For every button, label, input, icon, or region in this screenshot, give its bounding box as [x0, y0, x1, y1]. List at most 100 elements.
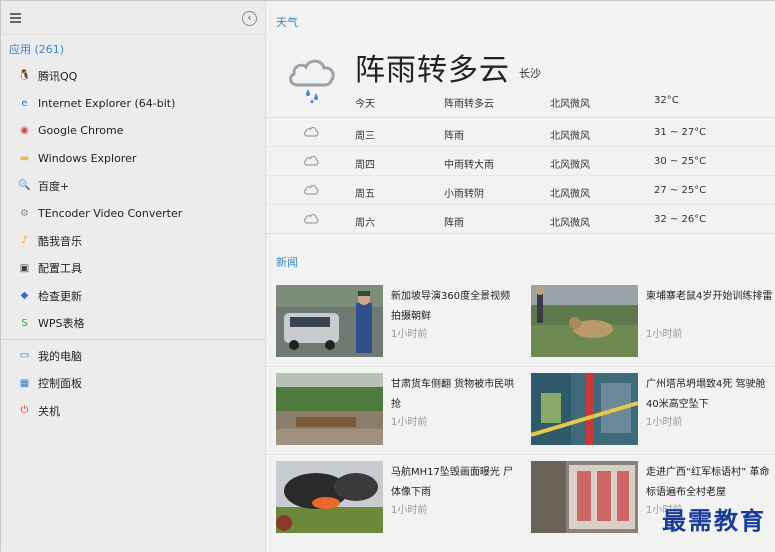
forecast-day: 周四 — [355, 160, 375, 171]
news-row: 甘肃货车侧翻 货物被市民哄抢 1小时前 广州塔吊坍塌致4死 驾驶舱40米高空坠下… — [266, 367, 775, 455]
collapse-back-icon[interactable]: ‹ — [242, 11, 257, 26]
forecast-day: 周五 — [355, 189, 375, 200]
forecast-row[interactable]: 周三 阵雨 北风微风 31 ~ 27°C — [266, 118, 775, 147]
hamburger-menu-icon[interactable] — [10, 13, 21, 23]
app-item[interactable]: ⏻ 关机 — [1, 397, 265, 425]
app-item[interactable]: ◉ Google Chrome — [1, 117, 265, 145]
forecast-row[interactable]: 周五 小雨转阴 北风微风 27 ~ 25°C — [266, 176, 775, 205]
news-thumbnail — [531, 373, 638, 445]
forecast-temp: 30 ~ 25°C — [654, 156, 707, 167]
forecast-wind: 北风微风 — [550, 160, 590, 171]
app-item[interactable]: 🔍 百度+ — [1, 172, 265, 200]
wps-sheet-icon: S — [21, 317, 28, 329]
forecast-row[interactable]: 周六 阵雨 北风微风 32 ~ 26°C — [266, 205, 775, 234]
kuwo-music-icon: ♪ — [21, 235, 28, 247]
apps-header[interactable]: 应用 (261) — [9, 41, 64, 57]
chrome-icon: ◉ — [20, 125, 29, 137]
cloud-icon — [304, 184, 319, 195]
news-item[interactable]: 新加坡导演360度全景视频拍摄朝鲜 1小时前 — [276, 285, 526, 361]
cloud-icon — [304, 126, 319, 137]
app-item-label: 关机 — [38, 404, 60, 418]
news-section-title[interactable]: 新闻 — [276, 254, 298, 270]
app-item[interactable]: ▬ Windows Explorer — [1, 145, 265, 173]
app-item[interactable]: ▭ 我的电脑 — [1, 342, 265, 370]
folder-icon: ▬ — [19, 152, 30, 164]
app-item[interactable]: S WPS表格 — [1, 310, 265, 338]
cloud-icon — [304, 213, 319, 224]
start-sidebar: ‹ 应用 (261) 🐧 腾讯QQ e Internet Explorer (64-b… — [1, 1, 266, 552]
app-item-label: 控制面板 — [38, 377, 82, 391]
news-thumbnail — [276, 461, 383, 533]
news-time: 1小时前 — [646, 417, 683, 428]
today-wind: 北风微风 — [550, 99, 590, 110]
app-item-label: 腾讯QQ — [38, 69, 78, 83]
forecast-desc: 阵雨 — [444, 131, 464, 142]
forecast-temp: 27 ~ 25°C — [654, 185, 707, 196]
control-panel-icon: ▦ — [19, 377, 30, 389]
sidebar-toolbar: ‹ — [1, 1, 265, 35]
tencoder-icon: ⚙ — [20, 207, 29, 219]
weather-condition-title: 阵雨转多云 — [355, 53, 510, 88]
app-item[interactable]: e Internet Explorer (64-bit) — [1, 90, 265, 118]
forecast-desc: 阵雨 — [444, 218, 464, 229]
config-tool-icon: ▣ — [19, 262, 30, 274]
app-item-label: Windows Explorer — [38, 151, 137, 165]
news-title: 甘肃货车侧翻 货物被市民哄抢 — [391, 379, 515, 410]
app-item[interactable]: 🐧 腾讯QQ — [1, 62, 265, 90]
baidu-search-icon: 🔍 — [18, 180, 31, 192]
app-item[interactable]: ♪ 酷我音乐 — [1, 227, 265, 255]
weather-today-row: 今天 阵雨转多云 北风微风 32°C — [266, 95, 775, 117]
app-list: 🐧 腾讯QQ e Internet Explorer (64-bit) ◉ Google … — [1, 62, 265, 425]
app-item-label: 酷我音乐 — [38, 234, 82, 248]
cloud-icon — [304, 155, 319, 166]
weather-city: 长沙 — [519, 67, 541, 80]
forecast-row[interactable]: 周四 中雨转大雨 北风微风 30 ~ 25°C — [266, 147, 775, 176]
news-time: 1小时前 — [646, 329, 683, 340]
forecast-wind: 北风微风 — [550, 218, 590, 229]
news-thumbnail — [531, 285, 638, 357]
today-desc: 阵雨转多云 — [444, 99, 494, 110]
news-title: 广州塔吊坍塌致4死 驾驶舱40米高空坠下 — [646, 379, 766, 410]
qq-penguin-icon: 🐧 — [18, 70, 31, 82]
watermark-logo: 最需教育 — [662, 506, 766, 535]
forecast-temp: 32 ~ 26°C — [654, 214, 707, 225]
forecast-desc: 中雨转大雨 — [444, 160, 494, 171]
app-item[interactable]: ◆ 检查更新 — [1, 282, 265, 310]
news-thumbnail — [276, 285, 383, 357]
app-item[interactable]: ▣ 配置工具 — [1, 255, 265, 283]
app-item-label: WPS表格 — [38, 317, 85, 331]
weather-forecast: 周三 阵雨 北风微风 31 ~ 27°C 周四 中雨转大雨 北风微风 30 ~ 25°C 周五小… — [266, 117, 775, 234]
update-icon: ◆ — [20, 290, 29, 302]
news-item[interactable]: 甘肃货车侧翻 货物被市民哄抢 1小时前 — [276, 373, 526, 449]
app-item[interactable]: ⚙ TEncoder Video Converter — [1, 200, 265, 228]
news-title: 柬埔寨老鼠4岁开始训练排雷 — [646, 291, 773, 302]
app-item-label: Google Chrome — [38, 124, 124, 138]
weather-section-title[interactable]: 天气 — [276, 14, 298, 30]
forecast-wind: 北风微风 — [550, 189, 590, 200]
divider — [1, 339, 265, 340]
forecast-day: 周六 — [355, 218, 375, 229]
news-title: 走进广西“红军标语村” 革命标语遍布全村老屋 — [646, 467, 770, 498]
news-item[interactable]: 马航MH17坠毁画面曝光 尸体像下雨 1小时前 — [276, 461, 526, 537]
app-item-label: Internet Explorer (64-bit) — [38, 96, 176, 110]
forecast-day: 周三 — [355, 131, 375, 142]
computer-icon: ▭ — [19, 350, 30, 362]
news-item[interactable]: 柬埔寨老鼠4岁开始训练排雷 1小时前 — [531, 285, 775, 361]
news-time: 1小时前 — [391, 329, 428, 340]
app-item-label: 配置工具 — [38, 262, 82, 276]
news-item[interactable]: 广州塔吊坍塌致4死 驾驶舱40米高空坠下 1小时前 — [531, 373, 775, 449]
main-panel: 天气 阵雨转多云 长沙 今天 阵雨转多云 北风微风 32°C 周三 阵雨 北风微风 3… — [266, 1, 775, 552]
power-icon: ⏻ — [20, 405, 29, 417]
news-time: 1小时前 — [391, 417, 428, 428]
today-day: 今天 — [355, 99, 375, 110]
news-time: 1小时前 — [391, 505, 428, 516]
app-item-label: 百度+ — [38, 179, 70, 193]
app-item-label: 我的电脑 — [38, 349, 82, 363]
news-thumbnail — [531, 461, 638, 533]
app-item-label: 检查更新 — [38, 289, 82, 303]
app-window: ‹ 应用 (261) 🐧 腾讯QQ e Internet Explorer (64-b… — [0, 0, 775, 552]
app-item[interactable]: ▦ 控制面板 — [1, 370, 265, 398]
forecast-temp: 31 ~ 27°C — [654, 127, 707, 138]
forecast-wind: 北风微风 — [550, 131, 590, 142]
news-title: 马航MH17坠毁画面曝光 尸体像下雨 — [391, 467, 514, 498]
